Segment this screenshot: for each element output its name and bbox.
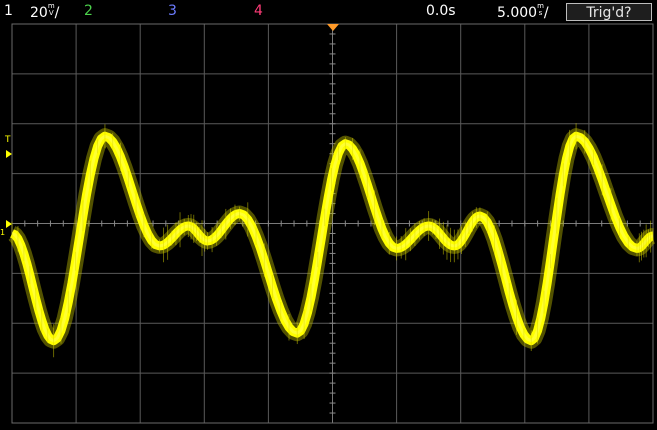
channel-1-scale[interactable]: 20 m V / <box>30 3 60 22</box>
channel-1-unit-base: V <box>48 9 54 17</box>
graticule-svg: T 1 <box>0 22 657 426</box>
ground-marker-label: 1 <box>0 228 5 237</box>
time-scale[interactable]: 5.000 m s / <box>497 3 549 22</box>
time-scale-value: 5.000 <box>497 5 538 21</box>
trigger-status-button[interactable]: Trig'd? <box>566 3 652 21</box>
time-unit: ms <box>537 3 544 17</box>
channel-2-label[interactable]: 2 <box>84 3 93 19</box>
channel-1-scale-value: 20 <box>30 5 48 21</box>
trigger-level-label: T <box>4 135 11 145</box>
channel-1-unit: mV <box>48 3 55 17</box>
time-delay[interactable]: 0.0s <box>426 3 456 19</box>
time-unit-base: s <box>538 9 543 17</box>
time-per-div: / <box>543 5 549 21</box>
channel-1-per-div: / <box>54 5 60 21</box>
waveform-display[interactable]: T 1 <box>0 22 657 426</box>
channel-3-label[interactable]: 3 <box>168 3 177 19</box>
channel-4-label[interactable]: 4 <box>254 3 263 19</box>
status-bar: 1 20 m V/ 2 3 4 0.0s 5.000 m s / Trig'd? <box>0 0 657 22</box>
channel-1-number[interactable]: 1 <box>4 3 13 19</box>
